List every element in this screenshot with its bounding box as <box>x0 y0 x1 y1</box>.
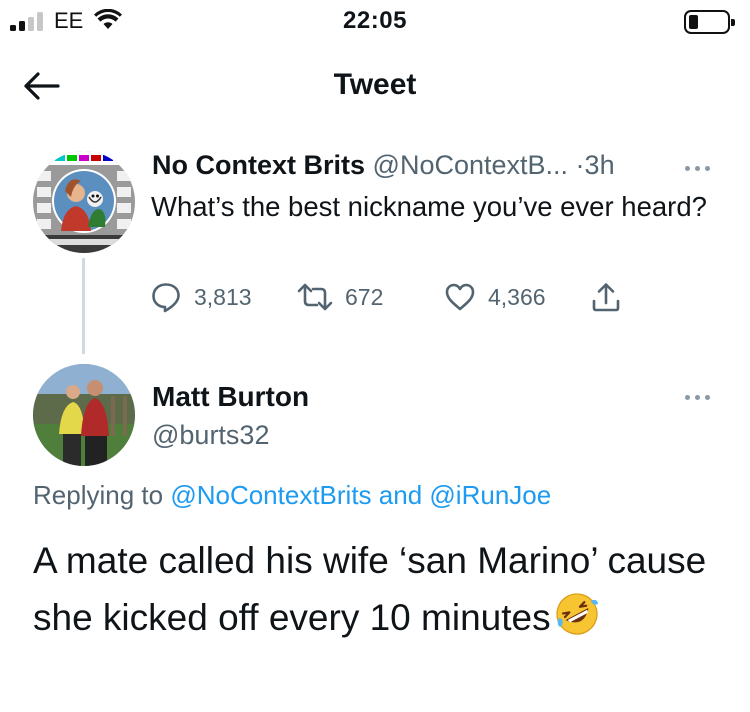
replying-to-line: Replying to @NoContextBrits and @iRunJoe <box>33 480 551 511</box>
share-icon <box>592 283 620 312</box>
replying-and[interactable]: and <box>379 480 422 510</box>
author-name[interactable]: No Context Brits <box>152 150 365 180</box>
tweet-time[interactable]: 3h <box>585 150 615 180</box>
reply-count: 3,813 <box>194 283 252 310</box>
tweet-header: No Context Brits @NoContextB... ·3h <box>152 150 692 181</box>
retweet-icon <box>297 283 333 311</box>
like-count: 4,366 <box>488 283 546 310</box>
rolling-on-floor-laughing-emoji <box>555 593 598 635</box>
reply-author-name[interactable]: Matt Burton <box>152 381 309 413</box>
test-card-avatar-image <box>33 151 135 253</box>
replying-prefix: Replying to <box>33 480 164 510</box>
more-icon[interactable] <box>685 392 715 402</box>
mention-link[interactable]: @iRunJoe <box>429 480 551 510</box>
status-time: 22:05 <box>343 7 407 34</box>
profile-photo-avatar-image <box>33 364 135 466</box>
status-bar: EE 22:05 <box>0 0 750 44</box>
more-icon[interactable] <box>685 163 715 173</box>
reply-button[interactable]: 3,813 <box>150 277 252 317</box>
retweet-button[interactable]: 672 <box>297 277 383 317</box>
avatar-mattburton[interactable] <box>33 364 135 466</box>
like-button[interactable]: 4,366 <box>444 277 546 317</box>
thread-line <box>82 258 85 354</box>
reply-icon <box>152 283 180 313</box>
page-title: Tweet <box>333 68 417 101</box>
reply-author-handle[interactable]: @burts32 <box>152 420 269 451</box>
mention-link[interactable]: @NoContextBrits <box>170 480 371 510</box>
header-separator: · <box>575 150 585 180</box>
like-icon <box>445 283 475 311</box>
tweet-actions: 3,813 672 4,366 <box>150 277 630 317</box>
retweet-count: 672 <box>345 283 384 310</box>
avatar-nocontextbrits[interactable] <box>33 151 135 253</box>
reply-tweet-text: A mate called his wife ‘san Marino’ caus… <box>33 532 733 646</box>
battery-icon <box>684 10 735 34</box>
tweet-text: What’s the best nickname you’ve ever hea… <box>151 191 707 222</box>
share-button[interactable] <box>590 277 622 317</box>
reply-text-body: A mate called his wife ‘san Marino’ caus… <box>33 540 707 638</box>
author-handle[interactable]: @NoContextB... <box>373 150 569 180</box>
